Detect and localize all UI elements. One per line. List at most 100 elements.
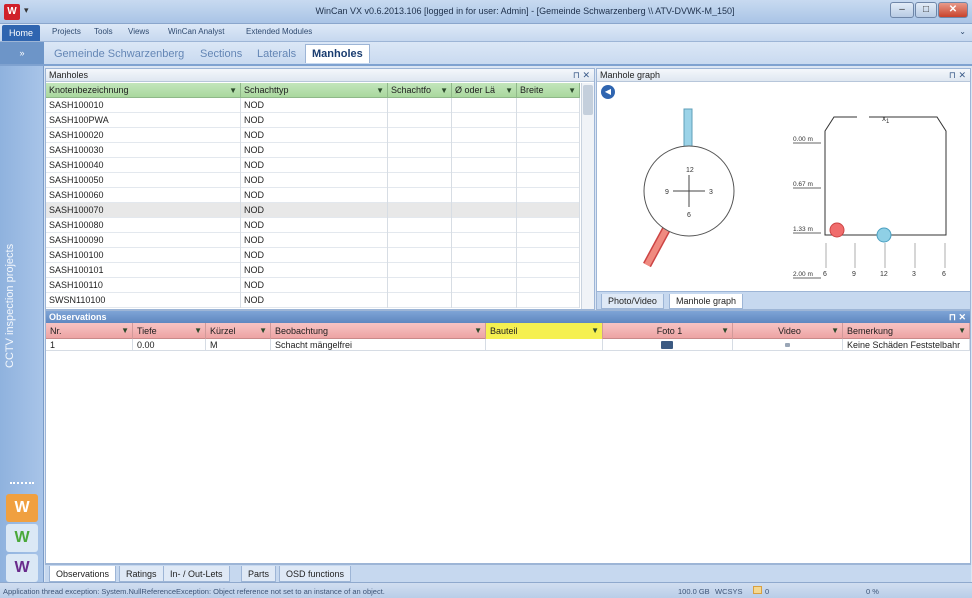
- column-header-nr[interactable]: Nr. ▼: [46, 323, 133, 339]
- column-header-beobachtung[interactable]: Beobachtung ▼: [271, 323, 486, 339]
- cell-bemerkung[interactable]: Keine Schäden Feststelbahr: [843, 339, 970, 351]
- table-cell[interactable]: NOD: [241, 128, 388, 143]
- table-cell[interactable]: [517, 113, 580, 128]
- filter-icon[interactable]: ▼: [831, 323, 839, 339]
- filter-icon[interactable]: ▼: [376, 83, 384, 98]
- ribbon-tab-wincan-analyst[interactable]: WinCan Analyst: [168, 27, 224, 36]
- wincan-orange-logo-icon[interactable]: W: [6, 494, 38, 522]
- table-cell[interactable]: [517, 128, 580, 143]
- table-cell[interactable]: SASH100100: [46, 248, 241, 263]
- quick-access-dropdown[interactable]: ▾: [24, 5, 29, 16]
- table-cell[interactable]: NOD: [241, 218, 388, 233]
- column-header-schachtform[interactable]: Schachtfo ▼: [388, 83, 452, 98]
- column-header-kuerzel[interactable]: Kürzel ▼: [206, 323, 271, 339]
- table-cell[interactable]: [388, 263, 452, 278]
- cell-video[interactable]: [733, 339, 843, 351]
- table-cell[interactable]: SASH100030: [46, 143, 241, 158]
- table-cell[interactable]: [452, 233, 517, 248]
- doc-tab-project[interactable]: Gemeinde Schwarzenberg: [54, 48, 184, 60]
- column-header-durchmesser[interactable]: Ø oder Lä ▼: [452, 83, 517, 98]
- table-cell[interactable]: [388, 113, 452, 128]
- table-row[interactable]: SASH100050 NOD: [46, 173, 580, 188]
- table-cell[interactable]: [517, 278, 580, 293]
- table-row[interactable]: SASH100010 NOD: [46, 98, 580, 113]
- table-cell[interactable]: [452, 158, 517, 173]
- ribbon-tab-tools[interactable]: Tools: [94, 27, 113, 36]
- table-cell[interactable]: SASH100090: [46, 233, 241, 248]
- table-cell[interactable]: SASH100070: [46, 203, 241, 218]
- filter-icon[interactable]: ▼: [229, 83, 237, 98]
- table-cell[interactable]: [388, 278, 452, 293]
- doc-tab-manholes[interactable]: Manholes: [305, 44, 370, 63]
- table-cell[interactable]: SASH100010: [46, 98, 241, 113]
- cell-tiefe[interactable]: 0.00: [133, 339, 206, 351]
- minimize-button[interactable]: –: [890, 2, 914, 18]
- filter-icon[interactable]: ▼: [440, 83, 448, 98]
- table-cell[interactable]: NOD: [241, 278, 388, 293]
- filter-icon[interactable]: ▼: [474, 323, 482, 339]
- cell-bauteil[interactable]: [486, 339, 603, 351]
- table-cell[interactable]: [517, 203, 580, 218]
- filter-icon[interactable]: ▼: [568, 83, 576, 98]
- chevron-down-icon[interactable]: ⌄: [959, 27, 966, 36]
- tab-ratings[interactable]: Ratings: [119, 566, 164, 582]
- panel-pin-close-icon[interactable]: ⊓ ✕: [573, 69, 590, 82]
- table-cell[interactable]: SASH100050: [46, 173, 241, 188]
- table-cell[interactable]: SASH100040: [46, 158, 241, 173]
- table-cell[interactable]: [517, 263, 580, 278]
- tab-parts[interactable]: Parts: [241, 566, 277, 582]
- filter-icon[interactable]: ▼: [958, 323, 966, 339]
- table-cell[interactable]: [517, 98, 580, 113]
- tab-osd-functions[interactable]: OSD functions: [279, 566, 352, 582]
- table-row[interactable]: SASH100090 NOD: [46, 233, 580, 248]
- cell-beobachtung[interactable]: Schacht mängelfrei: [271, 339, 486, 351]
- table-cell[interactable]: [517, 188, 580, 203]
- filter-icon[interactable]: ▼: [259, 323, 267, 339]
- scrollbar-thumb[interactable]: [583, 85, 593, 115]
- table-cell[interactable]: SASH100080: [46, 218, 241, 233]
- filter-icon[interactable]: ▼: [721, 323, 729, 339]
- table-row[interactable]: SASH100070 NOD: [46, 203, 580, 218]
- table-cell[interactable]: SASH100060: [46, 188, 241, 203]
- panel-pin-close-icon[interactable]: ⊓ ✕: [949, 311, 966, 323]
- tab-photo-video[interactable]: Photo/Video: [601, 294, 664, 309]
- outlet-pipe-marker[interactable]: [829, 222, 845, 238]
- column-header-breite[interactable]: Breite ▼: [517, 83, 580, 98]
- collapse-sidebar-button[interactable]: »: [0, 42, 44, 64]
- video-icon[interactable]: [785, 343, 790, 347]
- table-cell[interactable]: [388, 248, 452, 263]
- table-row[interactable]: SASH100PWA NOD: [46, 113, 580, 128]
- table-cell[interactable]: [452, 128, 517, 143]
- table-cell[interactable]: [452, 218, 517, 233]
- table-cell[interactable]: NOD: [241, 143, 388, 158]
- table-cell[interactable]: NOD: [241, 98, 388, 113]
- table-cell[interactable]: [517, 158, 580, 173]
- table-cell[interactable]: [388, 143, 452, 158]
- table-cell[interactable]: [517, 248, 580, 263]
- table-cell[interactable]: [388, 203, 452, 218]
- table-row[interactable]: SASH100060 NOD: [46, 188, 580, 203]
- camera-icon[interactable]: [661, 341, 673, 349]
- cell-nr[interactable]: 1: [46, 339, 133, 351]
- table-cell[interactable]: SASH100110: [46, 278, 241, 293]
- table-cell[interactable]: [452, 278, 517, 293]
- filter-icon[interactable]: ▼: [591, 323, 599, 339]
- table-cell[interactable]: NOD: [241, 293, 388, 308]
- table-cell[interactable]: [452, 113, 517, 128]
- table-cell[interactable]: [388, 188, 452, 203]
- table-cell[interactable]: [452, 203, 517, 218]
- table-cell[interactable]: [452, 98, 517, 113]
- maximize-button[interactable]: □: [915, 2, 937, 18]
- table-cell[interactable]: [452, 188, 517, 203]
- table-cell[interactable]: [388, 218, 452, 233]
- table-cell[interactable]: NOD: [241, 233, 388, 248]
- table-row[interactable]: 1 0.00 M Schacht mängelfrei Keine Schäde…: [46, 339, 970, 351]
- tab-observations[interactable]: Observations: [49, 566, 117, 582]
- table-cell[interactable]: [388, 128, 452, 143]
- tab-manhole-graph[interactable]: Manhole graph: [669, 294, 744, 309]
- ribbon-tab-projects[interactable]: Projects: [52, 27, 81, 36]
- table-cell[interactable]: NOD: [241, 248, 388, 263]
- table-cell[interactable]: [388, 173, 452, 188]
- doc-tab-laterals[interactable]: Laterals: [257, 48, 296, 60]
- table-cell[interactable]: [452, 143, 517, 158]
